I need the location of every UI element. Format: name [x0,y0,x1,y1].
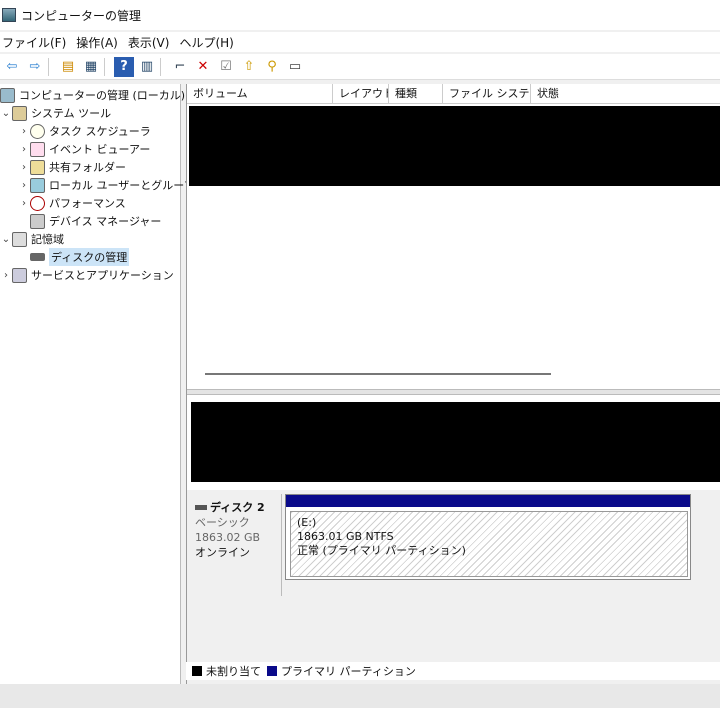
column-status[interactable]: 状態 [531,84,720,104]
disk-name-row: ディスク 2 [195,500,281,515]
event-log-icon [30,141,45,157]
tree-item-event-viewer[interactable]: › イベント ビューアー [18,140,150,158]
expand-icon[interactable]: › [18,144,30,155]
legend: 未割り当て プライマリ パーティション [186,662,720,680]
redacted-volume-list [189,106,720,186]
back-arrow-icon[interactable]: ⇦ [2,57,22,77]
delete-icon[interactable]: ✕ [193,57,213,77]
title-bar: コンピューターの管理 [0,0,720,30]
performance-icon [30,195,45,211]
tree-label: サービスとアプリケーション [31,269,174,282]
tree-item-system-tools[interactable]: ⌄ システム ツール [0,104,111,122]
partition-e[interactable]: (E:) 1863.01 GB NTFS 正常 (プライマリ パーティション) [285,494,691,580]
partition-size-fs: 1863.01 GB NTFS [297,530,394,543]
menu-file[interactable]: ファイル(F) [0,34,74,51]
tree-label: 共有フォルダー [49,161,126,174]
partition-status: 正常 (プライマリ パーティション) [297,544,466,557]
disk-type: ベーシック [195,516,250,529]
redacted-disk-rows [191,402,720,482]
legend-primary-label: プライマリ パーティション [281,665,416,678]
tree-label: デバイス マネージャー [49,215,162,228]
disk-name: ディスク 2 [210,501,265,514]
column-filesystem[interactable]: ファイル システム [443,84,531,104]
partition-drive-letter: (E:) [297,516,317,529]
window-title: コンピューターの管理 [21,8,142,23]
legend-unallocated-label: 未割り当て [206,665,261,678]
tree-label: ローカル ユーザーとグループ [49,179,195,192]
tree-label: イベント ビューアー [49,143,151,156]
column-volume[interactable]: ボリューム [187,84,333,104]
volume-list-header: ボリューム レイアウト 種類 ファイル システム 状態 [187,84,720,104]
tree-item-performance[interactable]: › パフォーマンス [18,194,126,212]
expand-icon[interactable]: › [18,180,30,191]
menu-help[interactable]: ヘルプ(H) [177,34,241,51]
tree-item-disk-management[interactable]: ディスクの管理 [30,248,130,266]
tree-label: パフォーマンス [49,197,126,210]
menu-action[interactable]: 操作(A) [74,34,126,51]
services-icon [12,267,27,283]
tree-label: 記憶域 [31,233,64,246]
help-icon[interactable]: ? [114,56,134,77]
tree-item-root[interactable]: コンピューターの管理 (ローカル) [0,86,185,104]
status-bar [0,684,720,708]
horizontal-scrollbar[interactable] [205,373,551,375]
column-type[interactable]: 種類 [389,84,443,104]
tree-label: システム ツール [31,107,112,120]
column-layout[interactable]: レイアウト [333,84,389,104]
tree-item-local-users[interactable]: › ローカル ユーザーとグループ [18,176,195,194]
device-manager-icon [30,213,45,229]
toolbar-separator [160,57,166,76]
legend-unallocated-swatch [192,666,202,676]
users-icon [30,177,45,193]
up-folder-icon[interactable]: ▤ [58,57,78,77]
disk-size: 1863.02 GB [195,531,261,544]
menu-view[interactable]: 表示(V) [126,34,178,51]
primary-partition-bar [286,495,690,507]
collapse-icon[interactable]: ⌄ [0,234,12,245]
tree-label: タスク スケジューラ [49,125,151,138]
tools-icon [12,105,27,121]
tree-item-shared-folders[interactable]: › 共有フォルダー [18,158,126,176]
shared-folder-icon [30,159,45,175]
show-hide-tree-icon[interactable]: ▦ [81,57,101,77]
computer-icon [0,87,15,103]
toolbar: ⇦ ⇨ ▤ ▦ ? ▥ ⌐ ✕ ☑ ⇧ ⚲ ▭ [0,54,720,80]
properties-icon[interactable]: ☑ [216,57,236,77]
legend-primary-swatch [267,666,277,676]
disk-graphical-view: ディスク 2 ベーシック 1863.02 GB オンライン (E:) 1863.… [187,490,720,686]
navigation-tree: コンピューターの管理 (ローカル) ⌄ システム ツール › タスク スケジュー… [0,84,195,684]
console-icon[interactable]: ▭ [285,57,305,77]
pane-splitter[interactable] [187,389,720,395]
tree-item-services-apps[interactable]: › サービスとアプリケーション [0,266,174,284]
expand-icon[interactable]: › [0,270,12,281]
computer-management-icon [2,8,16,22]
tree-item-task-scheduler[interactable]: › タスク スケジューラ [18,122,151,140]
toolbar-separator [104,57,110,76]
disk-icon [30,253,45,261]
toolbar-separator [48,57,54,76]
import-icon[interactable]: ⇧ [239,57,259,77]
connect-icon[interactable]: ⌐ [170,57,190,77]
tree-label: コンピューターの管理 (ローカル) [19,89,186,102]
storage-icon [12,231,27,247]
tree-item-storage[interactable]: ⌄ 記憶域 [0,230,64,248]
tree-label: ディスクの管理 [49,248,130,266]
disk-2-info[interactable]: ディスク 2 ベーシック 1863.02 GB オンライン [189,494,282,596]
hard-disk-icon [195,505,207,510]
expand-icon[interactable]: › [18,126,30,137]
tree-item-device-manager[interactable]: デバイス マネージャー [30,212,161,230]
action-pane-icon[interactable]: ▥ [137,57,157,77]
collapse-icon[interactable]: ⌄ [0,108,12,119]
disk-management-pane: ボリューム レイアウト 種類 ファイル システム 状態 ディスク 2 ベーシック… [186,84,720,686]
expand-icon[interactable]: › [18,198,30,209]
disk-status: オンライン [195,546,250,559]
expand-icon[interactable]: › [18,162,30,173]
partition-body[interactable]: (E:) 1863.01 GB NTFS 正常 (プライマリ パーティション) [290,511,688,577]
menu-bar: ファイル(F) 操作(A) 表示(V) ヘルプ(H) [0,32,720,52]
search-icon[interactable]: ⚲ [262,57,282,77]
forward-arrow-icon[interactable]: ⇨ [25,57,45,77]
clock-icon [30,123,45,139]
